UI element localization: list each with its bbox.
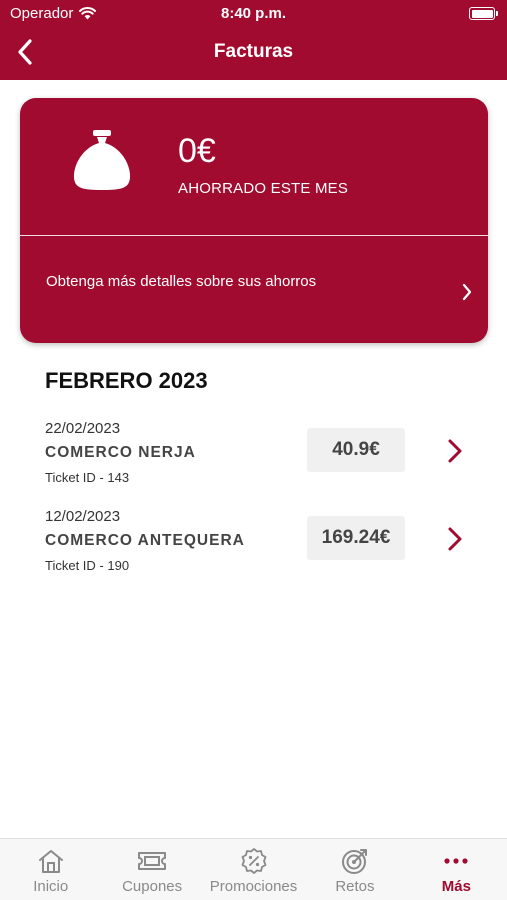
chevron-right-icon: [448, 527, 462, 551]
tab-label: Cupones: [122, 878, 183, 895]
status-time: 8:40 p.m.: [220, 5, 287, 22]
tab-label: Retos: [335, 878, 375, 895]
tab-bar: Inicio Cupones Promociones Retos Más: [0, 838, 507, 900]
tab-promociones[interactable]: Promociones: [203, 839, 304, 900]
tab-label: Inicio: [33, 878, 69, 895]
more-dots-icon: [444, 858, 468, 864]
month-heading: FEBRERO 2023: [45, 368, 208, 393]
invoice-date: 22/02/2023: [45, 420, 121, 437]
savings-details-link[interactable]: Obtenga más detalles sobre sus ahorros: [20, 236, 488, 343]
tab-cupones[interactable]: Cupones: [101, 839, 202, 900]
tab-mas[interactable]: Más: [406, 839, 507, 900]
ticket-icon: [138, 852, 167, 870]
invoice-amount: 40.9€: [307, 428, 405, 472]
invoice-ticket-id: Ticket ID - 143: [45, 470, 130, 485]
invoice-store: COMERCO NERJA: [45, 444, 196, 461]
invoice-ticket-id: Ticket ID - 190: [45, 558, 130, 573]
savings-details-text: Obtenga más detalles sobre sus ahorros: [46, 273, 317, 290]
battery-icon: [469, 7, 498, 20]
tab-label: Promociones: [209, 878, 298, 895]
invoice-row[interactable]: 12/02/2023 COMERCO ANTEQUERA Ticket ID -…: [0, 508, 507, 588]
status-bar: Operador 8:40 p.m.: [0, 0, 507, 28]
invoice-date: 12/02/2023: [45, 508, 121, 525]
nav-row: Facturas: [0, 32, 507, 72]
savings-label: AHORRADO ESTE MES: [178, 180, 349, 197]
tab-retos[interactable]: Retos: [304, 839, 405, 900]
percent-badge-icon: [241, 848, 266, 874]
savings-amount: 0€: [178, 132, 216, 170]
invoice-amount: 169.24€: [307, 516, 405, 560]
chevron-right-icon: [462, 283, 472, 301]
target-icon: [341, 849, 367, 874]
tab-inicio[interactable]: Inicio: [0, 839, 101, 900]
money-bag-icon: [73, 130, 131, 190]
chevron-right-icon: [448, 439, 462, 463]
home-icon: [38, 850, 63, 873]
top-bar: Operador 8:40 p.m. Facturas: [0, 0, 507, 80]
page-title: Facturas: [213, 41, 294, 62]
savings-card: 0€ AHORRADO ESTE MES Obtenga más detalle…: [20, 98, 488, 343]
tab-label: Más: [441, 878, 471, 895]
invoice-row[interactable]: 22/02/2023 COMERCO NERJA Ticket ID - 143…: [0, 420, 507, 500]
invoice-store: COMERCO ANTEQUERA: [45, 532, 245, 549]
